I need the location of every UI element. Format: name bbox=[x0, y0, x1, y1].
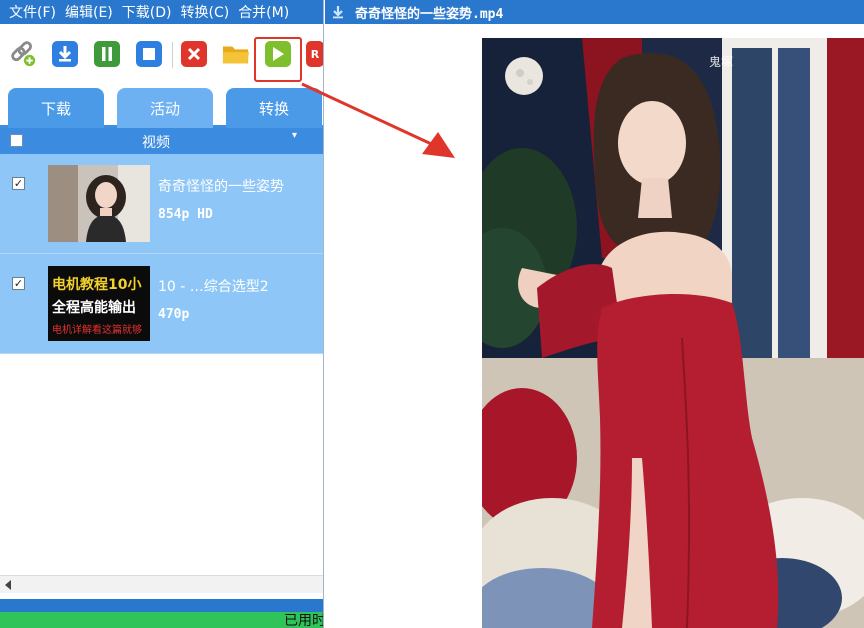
folder-icon bbox=[222, 46, 250, 64]
item-title: 10 - …综合选型2 bbox=[158, 279, 269, 295]
download-list: ✓ 奇奇怪怪的一些姿势 854p HD ✓ 电机教程10小 全程高能输出 电机详… bbox=[0, 154, 323, 354]
annotation-arrow bbox=[301, 82, 455, 158]
menu-merge[interactable]: 合并(M) bbox=[229, 2, 289, 22]
video-watermark: 鬼塚 bbox=[709, 55, 734, 69]
item-resolution: 854p HD bbox=[158, 207, 213, 222]
elapsed-time-label: 已用时 bbox=[284, 613, 324, 628]
list-item[interactable]: ✓ 奇奇怪怪的一些姿势 854p HD bbox=[0, 154, 323, 254]
video-frame[interactable]: 鬼塚 bbox=[482, 38, 864, 628]
video-thumbnail: 电机教程10小 全程高能输出 电机详解看这篇就够 bbox=[48, 266, 150, 341]
thumbnail-caption-2: 全程高能输出 bbox=[52, 300, 136, 316]
download-arrow-icon bbox=[331, 5, 345, 19]
status-bar: 已用时 bbox=[0, 599, 324, 628]
delete-button[interactable] bbox=[180, 40, 208, 68]
delete-icon bbox=[181, 41, 207, 67]
stop-icon bbox=[136, 41, 162, 67]
tab-download[interactable]: 下载 bbox=[8, 88, 104, 128]
menu-file[interactable]: 文件(F) bbox=[0, 2, 56, 22]
add-link-button[interactable] bbox=[9, 40, 37, 68]
tab-active[interactable]: 活动 bbox=[117, 88, 213, 128]
item-title: 奇奇怪怪的一些姿势 bbox=[158, 179, 284, 195]
menu-edit[interactable]: 编辑(E) bbox=[56, 2, 113, 22]
player-title-bar: 奇奇怪怪的一些姿势.mp4 bbox=[325, 0, 864, 24]
pause-button[interactable] bbox=[93, 40, 121, 68]
record-icon: R bbox=[306, 41, 323, 67]
menu-convert[interactable]: 转换(C) bbox=[171, 2, 229, 22]
open-folder-button[interactable] bbox=[222, 40, 250, 68]
record-button[interactable]: R bbox=[306, 40, 323, 68]
pause-icon bbox=[94, 41, 120, 67]
link-add-icon bbox=[11, 41, 36, 67]
thumbnail-caption-3: 电机详解看这篇就够 bbox=[52, 325, 142, 336]
tab-bar: 下载 活动 转换 bbox=[0, 86, 323, 128]
sort-arrow-icon[interactable]: ▾ bbox=[292, 130, 297, 141]
download-button[interactable] bbox=[51, 40, 79, 68]
player-title: 奇奇怪怪的一些姿势.mp4 bbox=[355, 6, 504, 22]
annotation-highlight-box bbox=[254, 37, 302, 82]
item-checkbox[interactable]: ✓ bbox=[12, 177, 25, 190]
item-checkbox[interactable]: ✓ bbox=[12, 277, 25, 290]
downloader-app: 文件(F) 编辑(E) 下载(D) 转换(C) 合并(M) R 下载 活动 转换… bbox=[0, 0, 324, 628]
thumbnail-caption-1: 电机教程10小 bbox=[52, 277, 142, 293]
menu-bar: 文件(F) 编辑(E) 下载(D) 转换(C) 合并(M) bbox=[0, 0, 323, 24]
progress-bar bbox=[0, 612, 323, 628]
menu-download[interactable]: 下载(D) bbox=[113, 2, 172, 22]
item-resolution: 470p bbox=[158, 307, 190, 322]
list-item[interactable]: ✓ 电机教程10小 全程高能输出 电机详解看这篇就够 10 - …综合选型2 4… bbox=[0, 254, 323, 354]
toolbar-separator bbox=[172, 42, 173, 68]
horizontal-scrollbar[interactable] bbox=[0, 575, 323, 593]
column-header-video[interactable]: 视频 bbox=[0, 132, 312, 152]
list-header: 视频 ▾ bbox=[0, 128, 323, 154]
scroll-left-icon[interactable] bbox=[5, 580, 11, 590]
stop-button[interactable] bbox=[135, 40, 163, 68]
video-thumbnail bbox=[48, 165, 150, 242]
download-icon bbox=[52, 41, 78, 67]
